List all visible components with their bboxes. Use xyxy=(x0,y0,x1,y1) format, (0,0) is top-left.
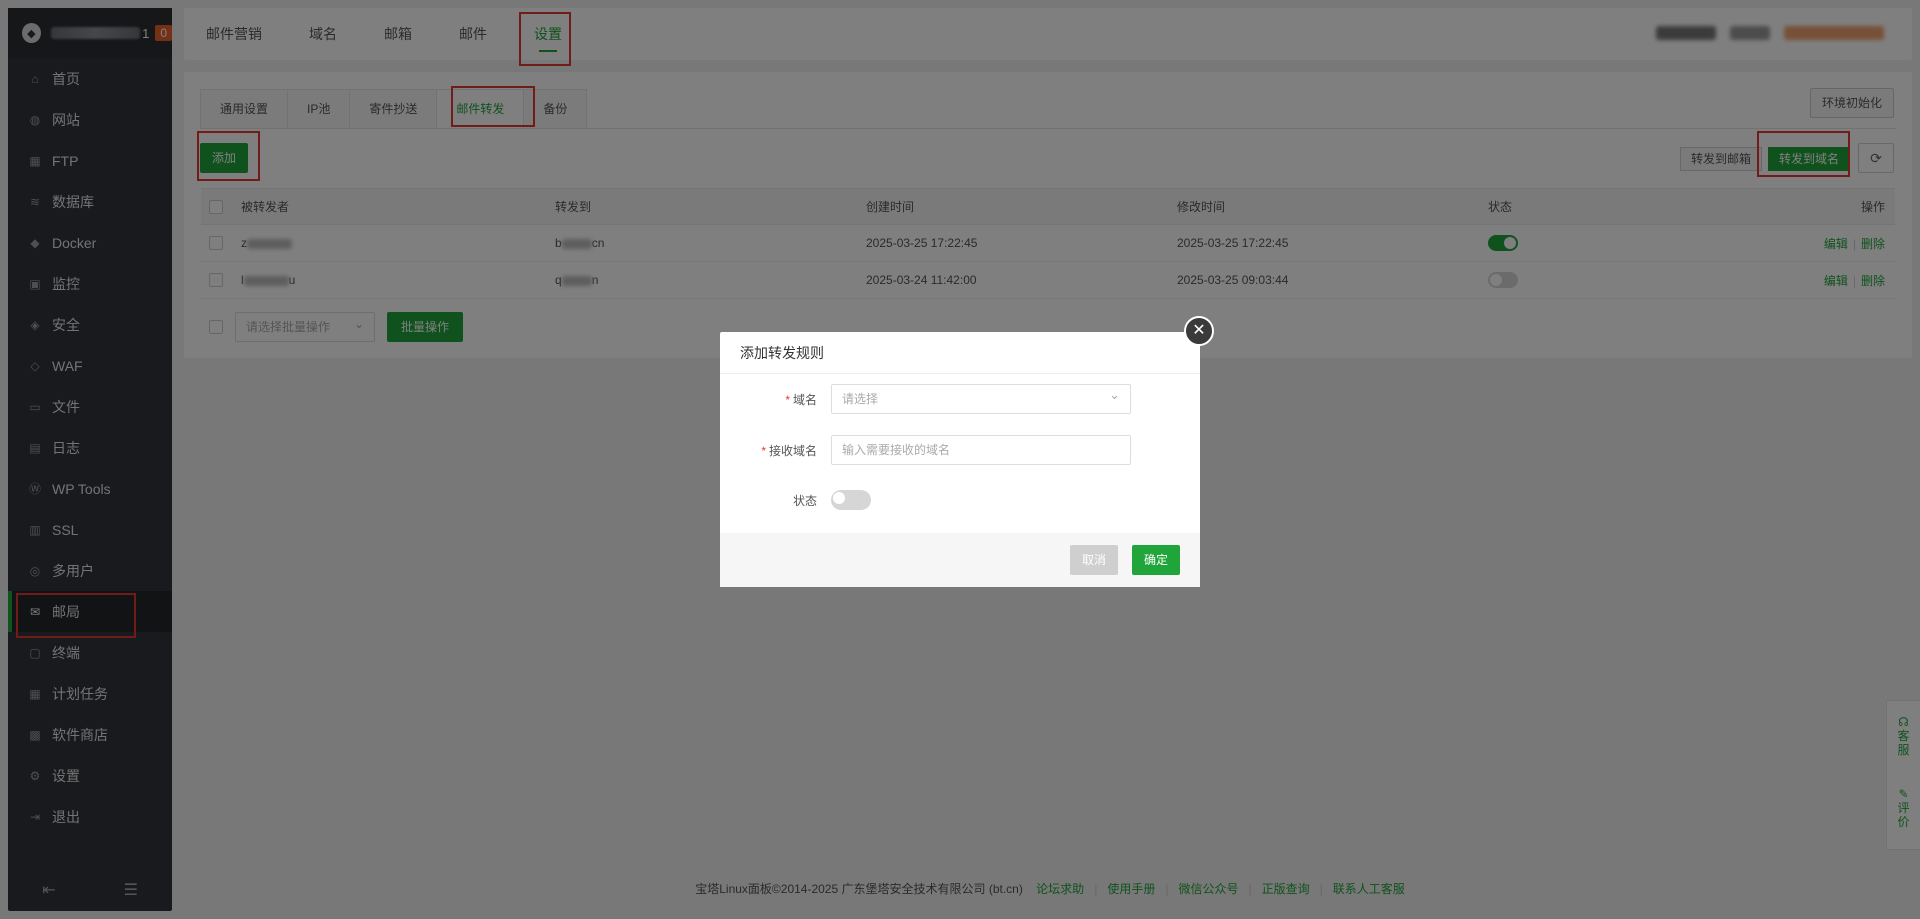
cancel-button[interactable]: 取消 xyxy=(1069,545,1118,575)
domain-label: * 域名 xyxy=(785,392,817,407)
status-label: 状态 xyxy=(792,493,817,508)
receive-domain-row: * 接收域名 输入需要接收的域名 xyxy=(720,435,1131,465)
dialog-footer: 取消 确定 xyxy=(720,533,1200,587)
receive-domain-label: * 接收域名 xyxy=(761,443,817,458)
status-row: 状态 xyxy=(720,490,871,510)
close-icon[interactable]: ✕ xyxy=(1184,316,1214,346)
confirm-button[interactable]: 确定 xyxy=(1131,545,1180,575)
domain-row: * 域名 请选择 xyxy=(720,381,1131,414)
receive-domain-input[interactable]: 输入需要接收的域名 xyxy=(831,435,1131,465)
domain-select[interactable]: 请选择 xyxy=(831,381,1131,414)
add-forward-rule-dialog: 添加转发规则 ✕ *域名 请选择 *接收域名 输入需要接收的域名 状态 取消 确… xyxy=(720,316,1214,587)
dialog-title: 添加转发规则 xyxy=(720,332,1200,374)
status-toggle[interactable] xyxy=(831,490,871,510)
